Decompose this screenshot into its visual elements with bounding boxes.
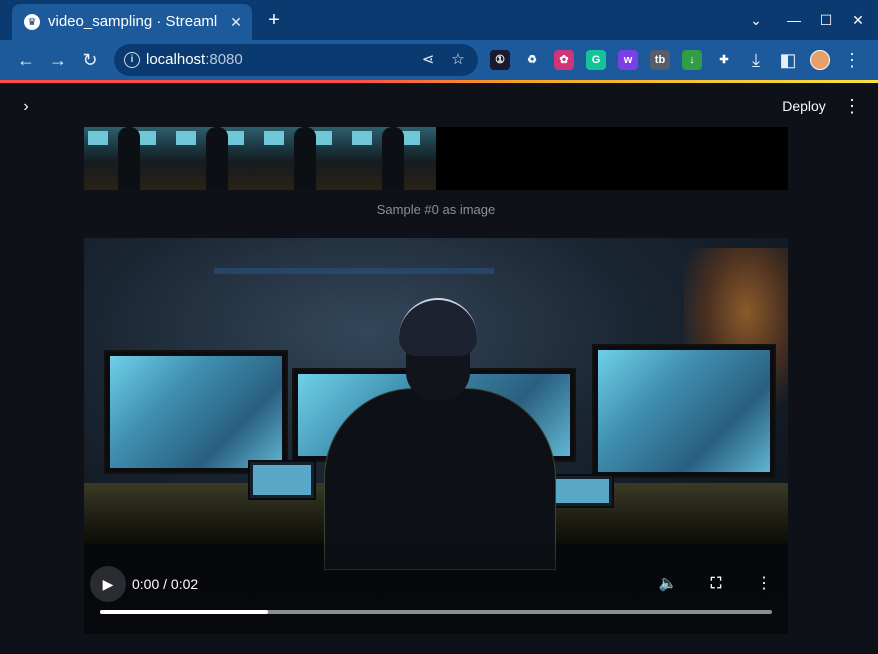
minimize-icon[interactable]: — — [782, 8, 806, 32]
laptop-left — [248, 460, 316, 500]
grammarly-icon[interactable]: G — [586, 50, 606, 70]
image-frame — [348, 127, 436, 190]
recycle-icon[interactable]: ♻ — [522, 50, 542, 70]
url-host: localhost — [146, 51, 206, 68]
forward-arrow-icon[interactable]: → — [46, 48, 70, 72]
browser-tab[interactable]: ♛ video_sampling · Streamlit ✕ — [12, 4, 252, 40]
monitor-right — [592, 344, 776, 478]
address-bar[interactable]: i localhost:8080 ⋖ ☆ — [114, 44, 478, 76]
back-arrow-icon[interactable]: ← — [14, 48, 38, 72]
close-window-icon[interactable]: ✕ — [846, 8, 870, 32]
url-port: :8080 — [205, 51, 243, 68]
side-panel-icon[interactable]: ◧ — [776, 48, 800, 72]
onepassword-icon[interactable]: ① — [490, 50, 510, 70]
more-options-icon[interactable]: ⋮ — [752, 572, 776, 596]
image-frame — [260, 127, 348, 190]
video-time: 0:00 / 0:02 — [132, 576, 199, 592]
video-frame — [84, 238, 788, 570]
maximize-icon[interactable]: ☐ — [814, 8, 838, 32]
deploy-button[interactable]: Deploy — [776, 93, 832, 119]
sidebar-expand-icon[interactable]: › — [14, 95, 38, 119]
image-frame — [84, 127, 172, 190]
person-silhouette — [314, 298, 564, 570]
app-menu-icon[interactable]: ⋮ — [842, 93, 862, 119]
new-tab-button[interactable]: + — [262, 8, 286, 32]
play-button[interactable]: ▶ — [90, 566, 126, 602]
profile-avatar[interactable] — [810, 50, 830, 70]
tab-title: video_sampling · Streamlit — [48, 13, 218, 30]
url-text[interactable]: localhost:8080 — [146, 51, 243, 69]
download-green-icon[interactable]: ↓ — [682, 50, 702, 70]
video-progress-bar[interactable] — [100, 610, 772, 614]
colorwheel-icon[interactable]: ✿ — [554, 50, 574, 70]
browser-titlebar: ♛ video_sampling · Streamlit ✕ + ⌄ — ☐ ✕ — [0, 0, 878, 40]
wallet-icon[interactable]: w — [618, 50, 638, 70]
bookmark-star-icon[interactable]: ☆ — [448, 50, 468, 70]
browser-toolbar: ← → ↻ i localhost:8080 ⋖ ☆ ① ♻ ✿ Gw tb ↓ ✚ ⤓ ◧… — [0, 40, 878, 80]
share-icon[interactable]: ⋖ — [418, 50, 438, 70]
site-info-icon[interactable]: i — [124, 52, 140, 68]
streamlit-crown-icon: ♛ — [24, 14, 40, 30]
video-player[interactable]: ▶ 0:00 / 0:02 🔈 ⛶ ⋮ — [84, 238, 788, 634]
sample-image — [84, 127, 788, 190]
monitor-left — [104, 350, 288, 474]
streamlit-app: › Deploy ⋮ Sample #0 as image ▶ 0:00 / 0… — [0, 83, 878, 654]
downloads-icon[interactable]: ⤓ — [744, 48, 768, 72]
browser-menu-icon[interactable]: ⋮ — [840, 48, 864, 72]
chevron-down-icon[interactable]: ⌄ — [744, 8, 768, 32]
video-controls: ▶ 0:00 / 0:02 🔈 ⛶ ⋮ — [84, 544, 788, 634]
fullscreen-icon[interactable]: ⛶ — [704, 572, 728, 596]
close-tab-icon[interactable]: ✕ — [226, 12, 246, 32]
image-frame — [172, 127, 260, 190]
volume-icon[interactable]: 🔈 — [656, 572, 680, 596]
video-progress-fill — [100, 610, 268, 614]
reload-icon[interactable]: ↻ — [78, 48, 102, 72]
image-caption: Sample #0 as image — [376, 202, 496, 217]
tb-icon[interactable]: tb — [650, 50, 670, 70]
puzzle-icon[interactable]: ✚ — [714, 50, 734, 70]
